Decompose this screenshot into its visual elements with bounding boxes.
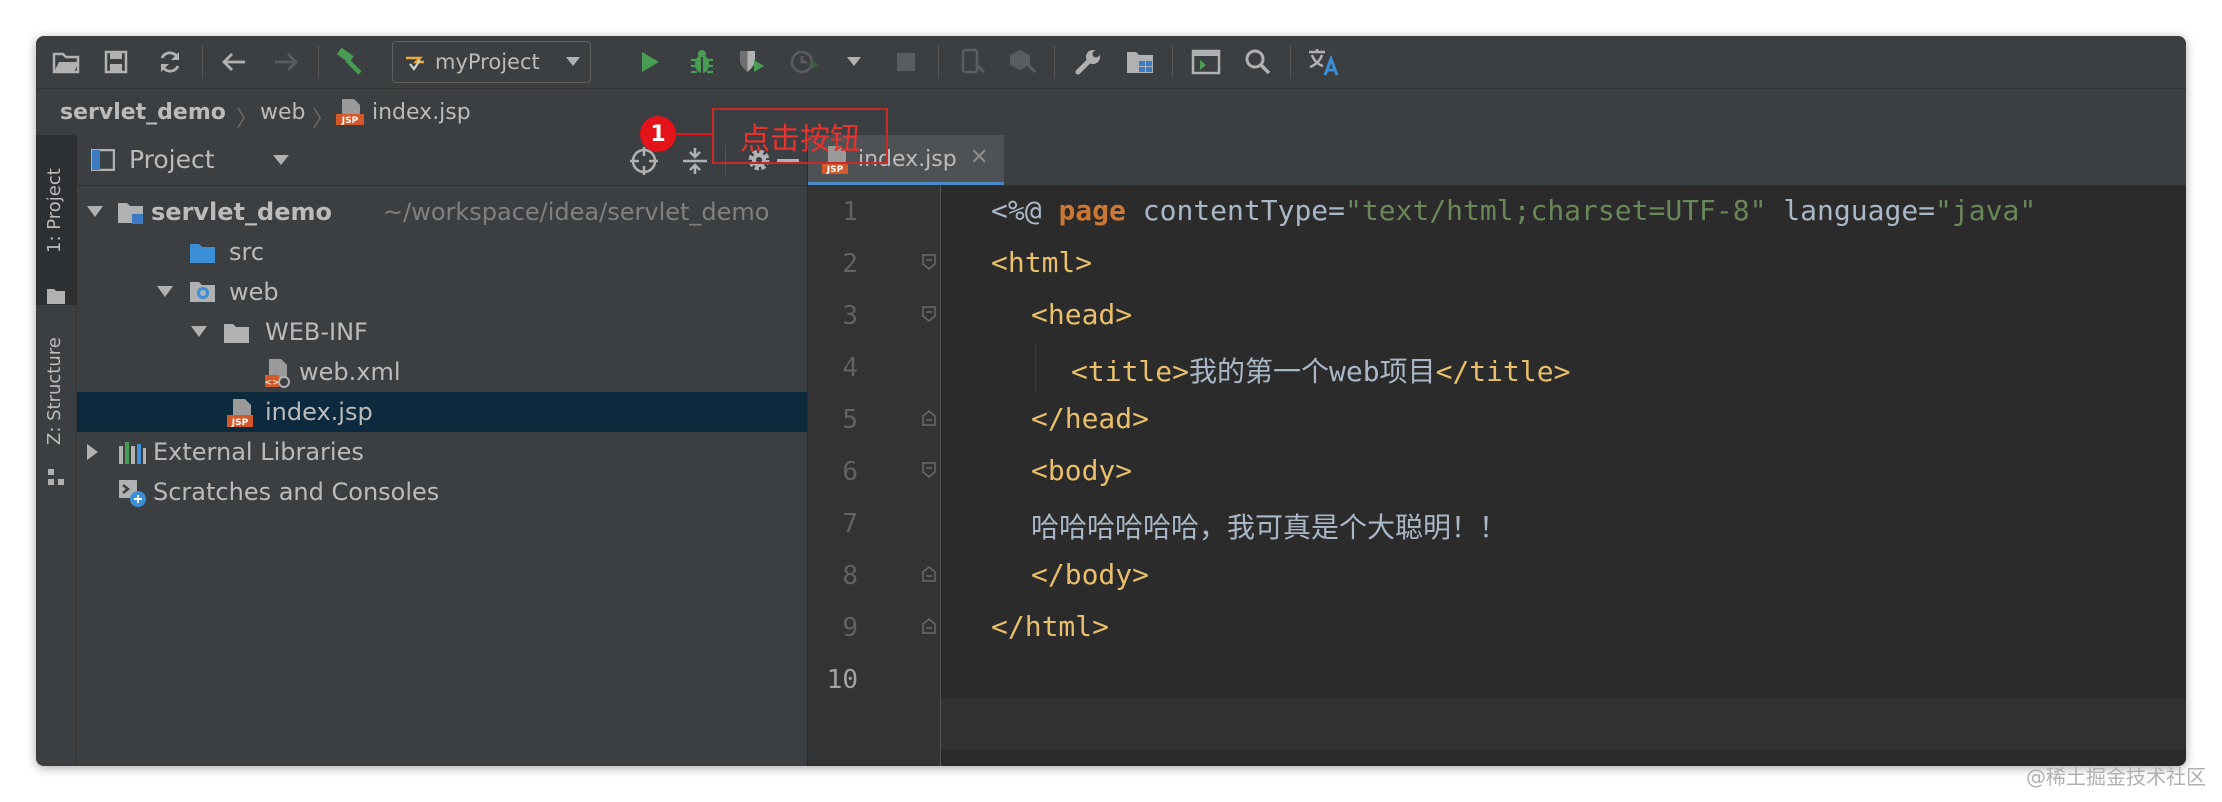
folder-icon [223, 322, 251, 344]
tree-item-label: src [229, 238, 265, 266]
breadcrumb: servlet_demo 〉 web 〉 JSP index.jsp [36, 88, 2186, 136]
tool-tab-project-label: 1: Project [44, 168, 65, 253]
sync-icon[interactable] [152, 44, 188, 80]
run-configuration-select[interactable]: myProject [392, 41, 591, 83]
code-line-3: <head> [1031, 298, 1133, 331]
code-line-5: </head> [1031, 402, 1150, 435]
code-line-8: </body> [1031, 558, 1150, 591]
chevron-down-icon [566, 57, 580, 66]
svg-text:JSP: JSP [826, 165, 844, 175]
annotation-callout: 点击按钮 [712, 108, 888, 164]
tree-item-label: servlet_demo [151, 198, 332, 226]
code-line-7: 哈哈哈哈哈哈，我可真是个大聪明！！ [1031, 511, 1508, 544]
translate-icon[interactable] [1306, 44, 1342, 80]
device-icon[interactable] [954, 44, 990, 80]
code-area[interactable]: <%@ page contentType="text/html;charset=… [808, 186, 2186, 766]
watermark: @稀土掘金技术社区 [2026, 765, 2206, 789]
tree-item-label: web.xml [299, 358, 401, 386]
tool-window-strip: 1: Project Z: Structure [36, 135, 77, 766]
tool-tab-structure[interactable]: Z: Structure [36, 315, 76, 495]
code-line-9: </html> [991, 610, 1110, 643]
code-line-1: <%@ page contentType="text/html;charset=… [991, 194, 2037, 227]
svg-text:JSP: JSP [231, 418, 249, 428]
debug-icon[interactable] [684, 44, 720, 80]
annotation-badge: 1 [640, 116, 676, 152]
scratches-icon [117, 478, 147, 508]
main-toolbar: myProject [36, 36, 2186, 88]
chevron-down-icon[interactable] [191, 326, 207, 337]
svg-text:JSP: JSP [341, 116, 359, 126]
breadcrumb-folder[interactable]: web [260, 100, 306, 125]
search-icon[interactable] [1240, 44, 1276, 80]
forward-icon[interactable] [268, 44, 304, 80]
tree-item-label: index.jsp [265, 398, 373, 426]
build-hammer-icon[interactable] [332, 44, 368, 80]
project-view-icon [90, 148, 116, 172]
tree-item-label: WEB-INF [265, 318, 368, 346]
run-icon[interactable] [632, 44, 668, 80]
save-icon[interactable] [98, 44, 134, 80]
code-line-2: <html> [991, 246, 1093, 279]
web-folder-icon [189, 280, 219, 304]
tree-item-web-inf[interactable]: WEB-INF [77, 312, 807, 352]
jsp-file-icon: JSP [227, 398, 255, 428]
profile-icon[interactable] [788, 44, 824, 80]
run-config-label: myProject [435, 50, 540, 74]
wrench-icon[interactable] [1070, 44, 1106, 80]
tree-item-servlet-demo[interactable]: servlet_demo ~/workspace/idea/servlet_de… [77, 192, 807, 232]
xml-file-icon: <> [263, 358, 291, 388]
editor-tab-bar: JSP index.jsp ✕ [808, 135, 2186, 186]
ide-window: myProject servlet_demo 〉 web 〉 JSP index… [36, 36, 2186, 766]
close-icon[interactable]: ✕ [970, 145, 988, 170]
annotation-connector [676, 133, 712, 135]
breadcrumb-project[interactable]: servlet_demo [60, 100, 226, 125]
tool-tab-structure-label: Z: Structure [44, 337, 65, 445]
chevron-down-icon[interactable] [87, 206, 103, 217]
tree-item-external-libraries[interactable]: External Libraries [77, 432, 807, 472]
stop-icon[interactable] [888, 44, 924, 80]
svg-text:<>: <> [264, 378, 279, 388]
coverage-icon[interactable] [734, 44, 770, 80]
sdk-icon[interactable] [1004, 44, 1040, 80]
tree-item-label: Scratches and Consoles [153, 478, 440, 506]
chevron-down-icon[interactable] [273, 155, 289, 165]
folder-icon [46, 287, 66, 310]
project-view-title[interactable]: Project [129, 145, 215, 174]
structure-icon [46, 467, 66, 492]
breadcrumb-separator-icon: 〉 [236, 107, 259, 132]
source-folder-icon [189, 242, 217, 264]
tool-tab-project[interactable]: 1: Project [36, 135, 76, 305]
code-line-6: <body> [1031, 454, 1133, 487]
breadcrumb-separator-icon: 〉 [312, 107, 335, 132]
tree-item-web-xml[interactable]: <> web.xml [77, 352, 807, 392]
tree-item-path: ~/workspace/idea/servlet_demo [383, 198, 770, 226]
open-folder-icon[interactable] [48, 44, 84, 80]
jsp-file-icon: JSP [336, 98, 364, 126]
module-folder-icon [117, 200, 145, 226]
run-config-icon [403, 50, 427, 74]
libraries-icon [117, 440, 147, 466]
code-editor: JSP index.jsp ✕ 1 2 3 4 5 6 7 8 9 10 <%@… [808, 135, 2186, 766]
chevron-down-icon[interactable] [157, 286, 173, 297]
project-structure-icon[interactable] [1122, 44, 1158, 80]
back-icon[interactable] [216, 44, 252, 80]
collapse-all-icon[interactable] [681, 146, 709, 176]
breadcrumb-file[interactable]: index.jsp [372, 100, 471, 125]
project-panel-header: Project [77, 135, 807, 186]
tree-item-label: web [229, 278, 279, 306]
tree-item-label: External Libraries [153, 438, 364, 466]
tree-item-index-jsp[interactable]: JSP index.jsp [77, 392, 807, 432]
tree-item-src[interactable]: src [77, 232, 807, 272]
code-line-4: <title>我的第一个web项目</title> [1071, 355, 1571, 388]
chevron-down-icon[interactable] [844, 44, 864, 80]
terminal-icon[interactable] [1188, 44, 1224, 80]
chevron-right-icon[interactable] [87, 444, 98, 460]
tree-item-scratches[interactable]: Scratches and Consoles [77, 472, 807, 512]
tree-item-web[interactable]: web [77, 272, 807, 312]
project-panel: Project servlet_demo ~/workspace/idea/se… [77, 135, 807, 766]
